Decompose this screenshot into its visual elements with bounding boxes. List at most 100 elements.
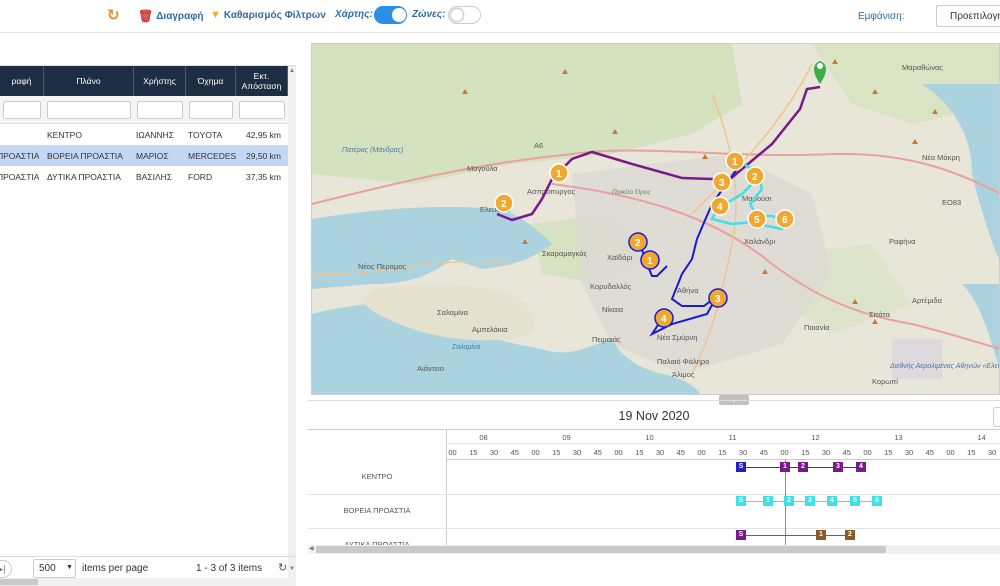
lane1-stop[interactable]: 4 — [856, 462, 866, 472]
marker-dytika-1[interactable]: 1 — [550, 164, 568, 182]
marker-dytika-2[interactable]: 2 — [495, 194, 513, 212]
table-row[interactable]: ΚΕΝΤΡΟ ΙΩΑΝΝΗΣ TOYOTA 42,95 km — [0, 124, 288, 145]
filter-input-user[interactable] — [137, 101, 183, 119]
filter-input-plan[interactable] — [47, 101, 131, 119]
map-water-label: Σαλαμίνα — [451, 343, 481, 351]
scroll-up-icon[interactable]: ▲ — [289, 68, 295, 74]
map-place-label: Μαγούλα — [467, 164, 498, 173]
minute-label: 15 — [629, 448, 650, 457]
svg-text:1: 1 — [556, 169, 562, 180]
timeline-options-button[interactable] — [993, 407, 1000, 427]
marker-voreia-2[interactable]: 2 — [746, 167, 764, 185]
lane1-stop[interactable]: 3 — [833, 462, 843, 472]
svg-text:3: 3 — [715, 294, 721, 305]
map-place-label: Αθήνα — [677, 286, 699, 295]
column-header-user[interactable]: Χρήστης — [134, 66, 186, 96]
map-toggle[interactable] — [374, 6, 407, 24]
column-header-plan[interactable]: Πλάνο — [44, 66, 134, 96]
column-header-description[interactable]: ραφή — [0, 66, 44, 96]
cell-distance: 42,95 km — [246, 130, 281, 140]
zones-toggle-knob — [450, 8, 464, 22]
filter-input-distance[interactable] — [239, 101, 285, 119]
lane2-stop[interactable]: S — [736, 496, 746, 506]
lane1-stop[interactable]: 2 — [798, 462, 808, 472]
clear-filters-button[interactable]: ▼ Καθαρισμός Φίλτρων — [210, 9, 326, 21]
lane3-stop[interactable]: 1 — [816, 530, 826, 540]
cell-user: ΙΩΑΝΝΗΣ — [136, 130, 174, 140]
cell-vehicle: FORD — [188, 172, 212, 182]
lane-divider — [308, 494, 1000, 495]
lane3-stop[interactable]: S — [736, 530, 746, 540]
cell-plan: ΚΕΝΤΡΟ — [47, 130, 82, 140]
cell-user: ΒΑΣΙΛΗΣ — [136, 172, 172, 182]
marker-voreia-6[interactable]: 6 — [776, 210, 794, 228]
map-place-label: Αμπελάκια — [472, 325, 508, 334]
minute-label: 45 — [587, 448, 608, 457]
scroll-left-icon[interactable]: ◀ — [309, 545, 314, 552]
lane2-stop[interactable]: 5 — [850, 496, 860, 506]
zones-toggle-label: Ζώνες: — [412, 9, 445, 20]
svg-text:2: 2 — [635, 238, 641, 249]
map-place-label: Σπάτα — [869, 310, 891, 319]
filter-cell — [0, 96, 44, 124]
minute-label: 30 — [816, 448, 837, 457]
map-view[interactable]: Μαραθώνας Μαγούλα Ασπρόπυργος Ελευσίνα Ν… — [311, 43, 1000, 395]
lane-label: ΒΟΡΕΙΑ ΠΡΟΑΣΤΙΑ — [308, 506, 446, 515]
marker-kentro-2[interactable]: 2 — [629, 233, 647, 251]
lane2-stop[interactable]: 1 — [763, 496, 773, 506]
map-road-label: EO83 — [942, 198, 961, 207]
timeline-hours: 08091011121314 — [446, 430, 1000, 444]
marker-voreia-5[interactable]: 5 — [748, 210, 766, 228]
map-park-label: Ποικίλο Όρος — [612, 188, 651, 196]
column-header-vehicle[interactable]: Όχημα — [186, 66, 236, 96]
column-header-distance[interactable]: Εκτ. Απόσταση — [236, 66, 288, 96]
filter-input-vehicle[interactable] — [189, 101, 233, 119]
table-row[interactable]: ΠΡΟΑΣΤΙΑ ΒΟΡΕΙΑ ΠΡΟΑΣΤΙΑ ΜΑΡΙΟΣ MERCEDES… — [0, 145, 288, 166]
filter-input-description[interactable] — [3, 101, 41, 119]
lane2-stop[interactable]: 3 — [805, 496, 815, 506]
grid-vertical-scrollbar[interactable]: ▲ ▼ — [288, 66, 296, 578]
minute-label: 00 — [442, 448, 463, 457]
cell-description: ΠΡΟΑΣΤΙΑ — [0, 172, 39, 182]
cell-distance: 37,35 km — [246, 172, 281, 182]
pager-refresh-icon[interactable]: ↻ — [278, 561, 287, 574]
refresh-icon[interactable]: ↻ — [107, 6, 120, 24]
timeline-date: 19 Nov 2020 — [308, 409, 1000, 423]
page-size-select[interactable]: 500 ▼ — [33, 559, 76, 578]
lane2-stop[interactable]: 6 — [872, 496, 882, 506]
map-place-label: Χαλάνδρι — [744, 237, 776, 246]
map-canvas: Μαραθώνας Μαγούλα Ασπρόπυργος Ελευσίνα Ν… — [312, 44, 1000, 395]
marker-voreia-4[interactable]: 4 — [711, 197, 729, 215]
minute-label: 30 — [567, 448, 588, 457]
cell-description: ΠΡΟΑΣΤΙΑ — [0, 151, 39, 161]
lane1-stop[interactable]: S — [736, 462, 746, 472]
marker-kentro-3[interactable]: 3 — [709, 289, 727, 307]
map-place-label: Άλιμος — [672, 370, 695, 379]
map-place-label: Παιανία — [804, 323, 830, 332]
marker-voreia-3[interactable]: 3 — [713, 173, 731, 191]
zones-toggle[interactable] — [448, 6, 481, 24]
minute-label: 45 — [836, 448, 857, 457]
view-select[interactable]: Προεπιλογή — [936, 5, 1000, 27]
hour-label: 09 — [525, 433, 608, 442]
plans-panel: ραφή Πλάνο Χρήστης Όχημα Εκτ. Απόσταση Κ… — [0, 38, 296, 580]
minute-label: 30 — [733, 448, 754, 457]
scrollbar-thumb[interactable] — [316, 546, 886, 553]
lane1-stop[interactable]: 1 — [780, 462, 790, 472]
map-place-label: Αρτέμιδα — [912, 296, 943, 305]
minute-label: 45 — [670, 448, 691, 457]
lane2-stop[interactable]: 4 — [827, 496, 837, 506]
marker-voreia-1[interactable]: 1 — [726, 152, 744, 170]
last-page-icon[interactable]: ▸| — [0, 560, 12, 578]
timeline-scrollbar[interactable]: ◀ — [308, 545, 1000, 554]
lane3-stop[interactable]: 2 — [845, 530, 855, 540]
map-road-label: A6 — [534, 141, 543, 150]
clear-filters-label: Καθαρισμός Φίλτρων — [224, 10, 326, 21]
minute-label: 15 — [795, 448, 816, 457]
map-place-label: Νέα Μάκρη — [922, 153, 960, 162]
table-row[interactable]: ΠΡΟΑΣΤΙΑ ΔΥΤΙΚΑ ΠΡΟΑΣΤΙΑ ΒΑΣΙΛΗΣ FORD 37… — [0, 166, 288, 187]
lane2-stop[interactable]: 2 — [784, 496, 794, 506]
delete-button[interactable]: 🗑 Διαγραφή — [138, 9, 204, 23]
marker-kentro-1[interactable]: 1 — [641, 251, 659, 269]
marker-kentro-4[interactable]: 4 — [655, 309, 673, 327]
